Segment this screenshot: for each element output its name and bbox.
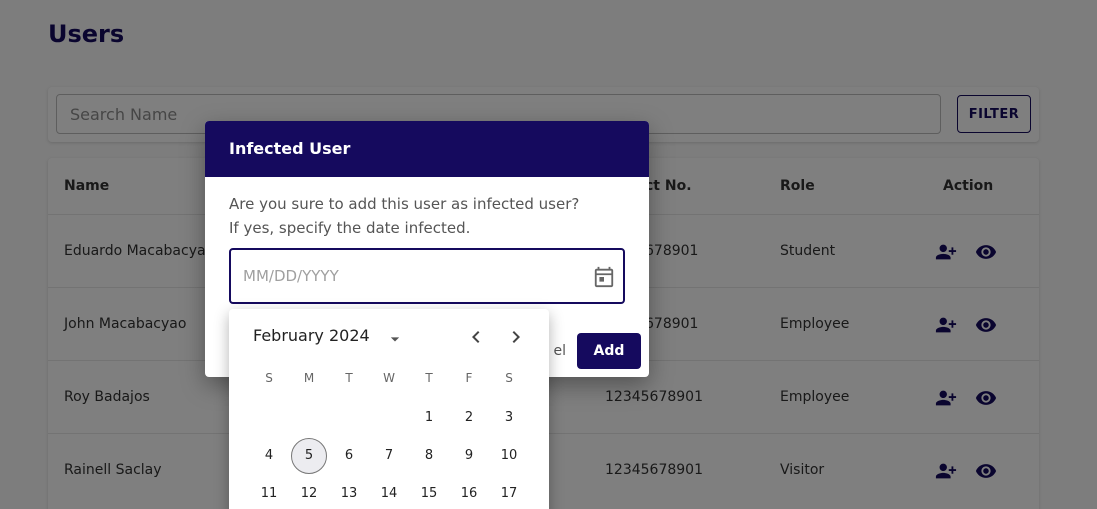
weekday-label: T	[425, 371, 433, 385]
caret-down-icon[interactable]	[385, 329, 405, 349]
calendar-day[interactable]: 15	[411, 476, 447, 509]
chevron-left-icon[interactable]	[464, 325, 488, 349]
month-year-label[interactable]: February 2024	[253, 326, 370, 345]
date-picker-popup: February 2024 S M T W T F S 1 2 3 4 5 6 …	[229, 309, 549, 509]
calendar-day-today[interactable]: 5	[291, 438, 327, 474]
calendar-day[interactable]: 3	[491, 400, 527, 436]
weekday-label: S	[265, 371, 273, 385]
chevron-right-icon[interactable]	[504, 325, 528, 349]
date-placeholder: MM/DD/YYYY	[243, 267, 339, 285]
calendar-day[interactable]: 4	[251, 438, 287, 474]
calendar-day[interactable]: 12	[291, 476, 327, 509]
calendar-day[interactable]: 8	[411, 438, 447, 474]
calendar-day[interactable]: 7	[371, 438, 407, 474]
weekday-label: M	[303, 371, 315, 385]
calendar-day[interactable]: 11	[251, 476, 287, 509]
weekday-label: F	[465, 371, 473, 385]
dialog-message-line2: If yes, specify the date infected.	[229, 219, 471, 237]
dialog-title: Infected User	[229, 139, 351, 158]
weekday-label: S	[505, 371, 513, 385]
calendar-day[interactable]: 2	[451, 400, 487, 436]
calendar-day[interactable]: 1	[411, 400, 447, 436]
dialog-message-line1: Are you sure to add this user as infecte…	[229, 195, 580, 213]
calendar-day[interactable]: 10	[491, 438, 527, 474]
weekday-label: T	[345, 371, 353, 385]
calendar-day[interactable]: 16	[451, 476, 487, 509]
dialog-header: Infected User	[205, 121, 649, 177]
weekday-label: W	[383, 371, 395, 385]
calendar-day[interactable]: 13	[331, 476, 367, 509]
add-button[interactable]: Add	[577, 333, 641, 369]
calendar-day[interactable]: 6	[331, 438, 367, 474]
calendar-day[interactable]: 9	[451, 438, 487, 474]
calendar-icon[interactable]	[593, 266, 615, 288]
calendar-day[interactable]: 17	[491, 476, 527, 509]
date-infected-field[interactable]: MM/DD/YYYY	[229, 248, 625, 304]
calendar-day[interactable]: 14	[371, 476, 407, 509]
